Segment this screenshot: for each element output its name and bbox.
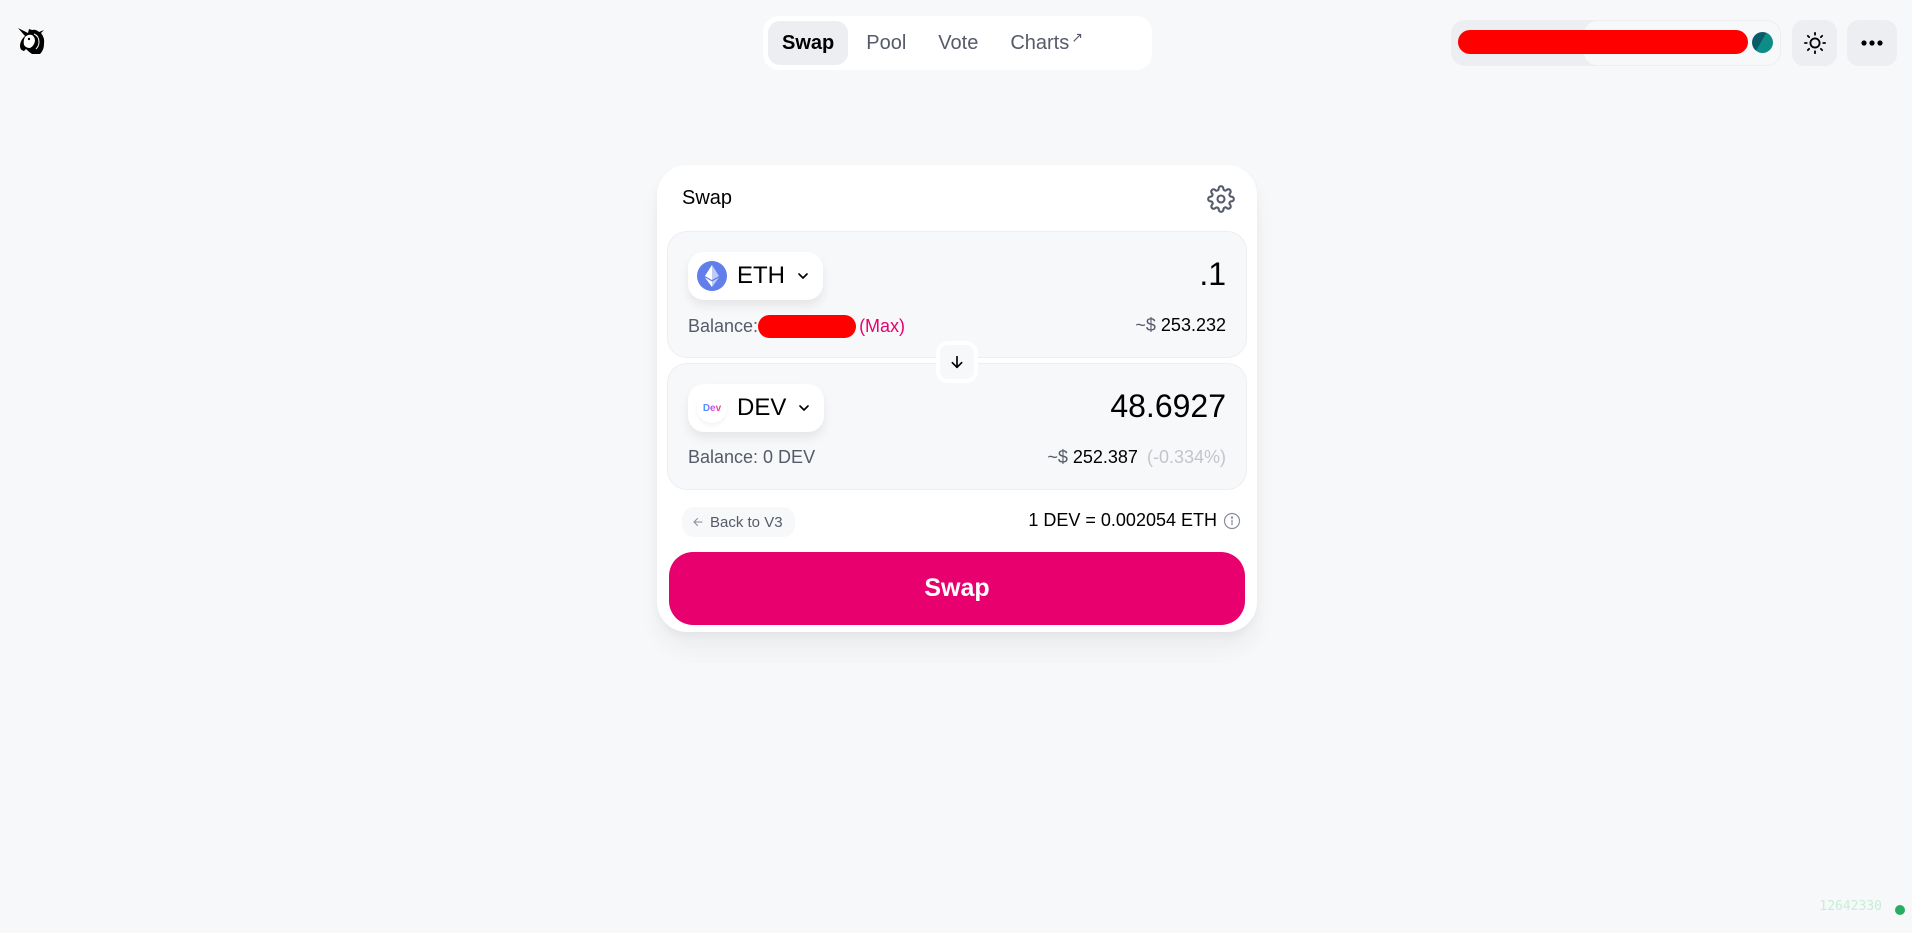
dev-token-icon-text: Dev xyxy=(702,402,722,414)
account-avatar-icon xyxy=(1752,32,1773,53)
input-token-symbol: ETH xyxy=(737,262,785,289)
output-token-select[interactable]: Dev DEV xyxy=(688,384,825,432)
switch-tokens-button[interactable] xyxy=(936,341,978,383)
exchange-rate[interactable]: 1 DEV = 0.002054 ETH xyxy=(1028,510,1241,531)
block-number[interactable]: 12642330 xyxy=(1819,899,1882,914)
usd-amount: 253.232 xyxy=(1160,315,1226,335)
input-usd-value: ~$ 253.232 xyxy=(1135,315,1226,336)
swap-card: Swap ETH .1 Balance: (Max) ~$ 253.232 De… xyxy=(657,165,1257,632)
nav-tab-label: Charts xyxy=(1010,31,1070,54)
input-token-select[interactable]: ETH xyxy=(688,252,823,300)
input-balance-redacted xyxy=(758,315,857,338)
input-currency-panel: ETH .1 Balance: (Max) ~$ 253.232 xyxy=(667,231,1247,358)
sun-icon xyxy=(1803,32,1826,54)
input-balance: Balance: (Max) xyxy=(688,315,905,338)
network-status-dot-icon xyxy=(1895,905,1905,915)
main-nav: Swap Pool Vote Charts ↗ xyxy=(763,16,1152,70)
output-usd-value: ~$ 252.387 (-0.334%) xyxy=(1047,447,1226,468)
usd-prefix: ~$ xyxy=(1135,315,1156,335)
nav-tab-charts[interactable]: Charts ↗ xyxy=(996,21,1097,65)
account-button[interactable] xyxy=(1451,20,1781,66)
swap-button[interactable]: Swap xyxy=(669,552,1245,625)
nav-tab-label: Pool xyxy=(866,31,907,54)
usd-amount: 252.387 xyxy=(1072,447,1138,467)
input-balance-label: Balance: xyxy=(688,316,759,336)
dev-token-icon: Dev xyxy=(697,393,727,423)
output-token-symbol: DEV xyxy=(737,394,787,421)
nav-tab-pool[interactable]: Pool xyxy=(852,21,920,65)
swap-card-title: Swap xyxy=(682,187,733,209)
more-horizontal-icon xyxy=(1861,40,1883,46)
exchange-rate-text: 1 DEV = 0.002054 ETH xyxy=(1028,510,1217,530)
back-to-v3-label: Back to V3 xyxy=(710,513,783,531)
nav-tab-vote[interactable]: Vote xyxy=(924,21,992,65)
nav-tab-swap[interactable]: Swap xyxy=(768,21,849,65)
chevron-down-icon xyxy=(798,273,808,279)
output-balance: Balance: 0 DEV xyxy=(688,447,816,467)
arrow-down-icon xyxy=(951,355,963,369)
input-amount-field[interactable]: .1 xyxy=(1199,256,1226,293)
chevron-down-icon xyxy=(799,405,810,411)
arrow-left-icon xyxy=(693,518,703,526)
max-button[interactable]: (Max) xyxy=(859,316,905,337)
account-address-redacted xyxy=(1458,30,1748,54)
price-impact: (-0.334%) xyxy=(1146,447,1226,467)
nav-tab-label: Swap xyxy=(782,31,835,54)
gear-icon[interactable] xyxy=(1207,185,1235,213)
nav-tab-label: Vote xyxy=(938,31,979,54)
output-amount-field[interactable]: 48.6927 xyxy=(1110,388,1226,425)
uniswap-logo-icon[interactable] xyxy=(14,24,48,58)
info-icon[interactable] xyxy=(1223,512,1241,530)
usd-prefix: ~$ xyxy=(1047,447,1068,467)
external-link-icon: ↗ xyxy=(1071,28,1083,45)
eth-token-icon xyxy=(697,261,727,291)
back-to-v3-button[interactable]: Back to V3 xyxy=(682,507,795,537)
theme-toggle-button[interactable] xyxy=(1792,20,1837,66)
more-menu-button[interactable] xyxy=(1847,20,1897,66)
